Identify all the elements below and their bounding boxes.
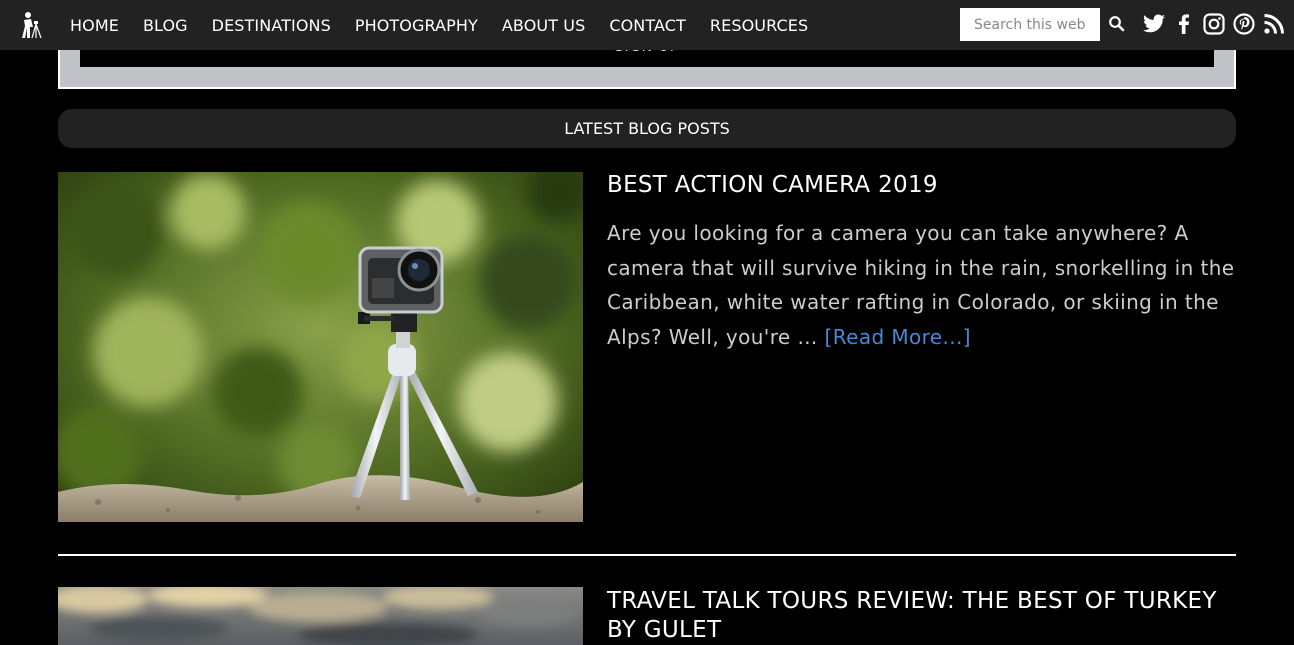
latest-posts-heading: LATEST BLOG POSTS [58, 109, 1236, 148]
action-camera-photo [58, 172, 583, 522]
read-more-link[interactable]: [Read More...] [825, 325, 971, 349]
facebook-icon[interactable] [1172, 12, 1196, 36]
post-thumbnail-turkey-gulet[interactable] [58, 587, 583, 645]
nav-blog[interactable]: BLOG [131, 16, 200, 35]
pinterest-icon[interactable] [1232, 12, 1256, 36]
nav-home[interactable]: HOME [58, 16, 131, 35]
top-navigation-bar: HOME BLOG DESTINATIONS PHOTOGRAPHY ABOUT… [0, 0, 1294, 50]
instagram-icon[interactable] [1202, 12, 1226, 36]
post-title[interactable]: TRAVEL TALK TOURS REVIEW: THE BEST OF TU… [607, 587, 1237, 645]
search-icon[interactable] [1108, 15, 1126, 33]
post-excerpt: Are you looking for a camera you can tak… [607, 216, 1237, 354]
sky-clouds-photo [58, 587, 583, 645]
photographer-logo-icon[interactable] [18, 11, 44, 39]
rss-icon[interactable] [1262, 12, 1286, 36]
post-title[interactable]: BEST ACTION CAMERA 2019 [607, 171, 1237, 200]
nav-photography[interactable]: PHOTOGRAPHY [343, 16, 490, 35]
nav-destinations[interactable]: DESTINATIONS [200, 16, 343, 35]
twitter-icon[interactable] [1142, 12, 1166, 36]
search-input[interactable] [960, 8, 1100, 41]
post-thumbnail-action-camera[interactable] [58, 172, 583, 522]
nav-contact[interactable]: CONTACT [597, 16, 698, 35]
post-divider [58, 554, 1236, 556]
main-menu: HOME BLOG DESTINATIONS PHOTOGRAPHY ABOUT… [58, 0, 820, 50]
nav-resources[interactable]: RESOURCES [698, 16, 820, 35]
nav-about-us[interactable]: ABOUT US [490, 16, 597, 35]
